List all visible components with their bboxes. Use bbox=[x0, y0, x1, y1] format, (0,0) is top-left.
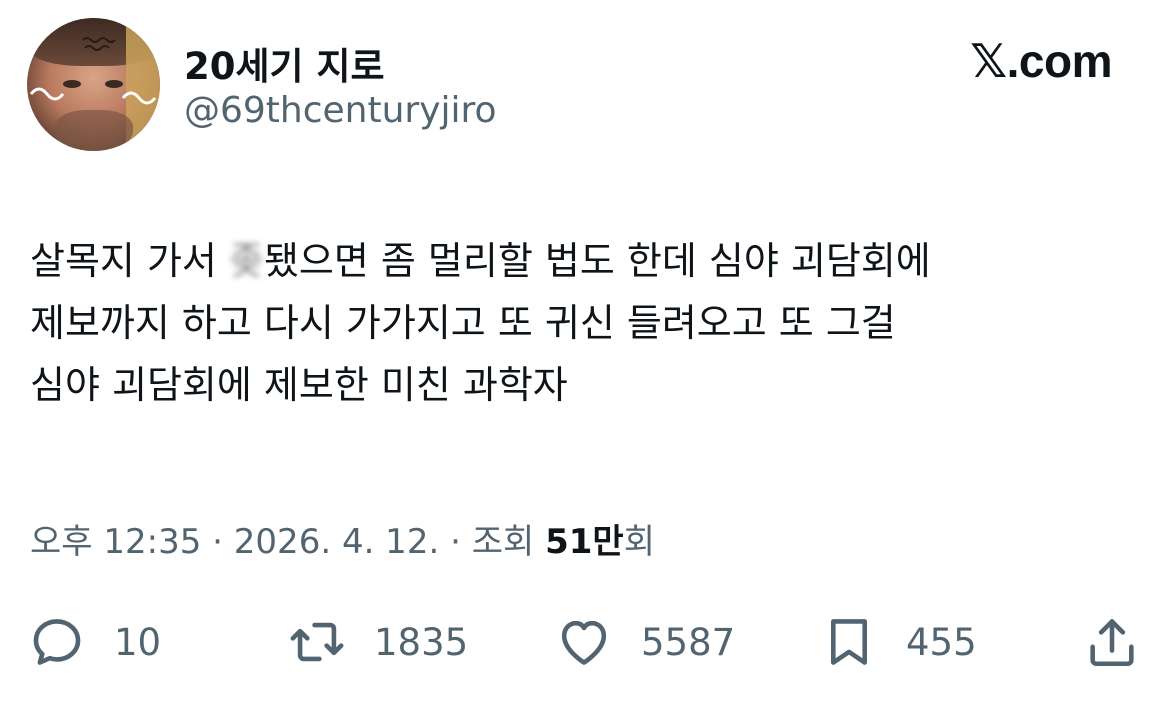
retweet-icon bbox=[290, 622, 344, 662]
views-label: 조회 bbox=[471, 522, 546, 562]
x-brand-logo: 𝕏.com bbox=[970, 35, 1112, 87]
post-time[interactable]: 오후 12:35 bbox=[30, 522, 201, 562]
share-button[interactable] bbox=[1083, 602, 1141, 682]
tweet-meta: 오후 12:35 · 2026. 4. 12. · 조회 51만회 bbox=[30, 522, 655, 562]
tweet-text: 살목지 가서 좆됐으면 좀 멀리할 법도 한데 심야 괴담회에 제보까지 하고 … bbox=[30, 230, 1140, 416]
censored-word: 좆 bbox=[228, 239, 264, 283]
reply-button[interactable]: 10 bbox=[28, 602, 161, 682]
reply-icon bbox=[33, 619, 81, 665]
tweet-line-1: 살목지 가서 좆됐으면 좀 멀리할 법도 한데 심야 괴담회에 bbox=[30, 230, 1140, 292]
heart-icon bbox=[561, 620, 607, 665]
bookmark-icon bbox=[830, 619, 868, 665]
avatar[interactable] bbox=[27, 18, 160, 151]
retweet-button[interactable]: 1835 bbox=[288, 602, 468, 682]
tweet-line-3: 심야 괴담회에 제보한 미친 과학자 bbox=[30, 363, 568, 407]
like-count: 5587 bbox=[641, 620, 736, 664]
post-date[interactable]: 2026. 4. 12. bbox=[234, 522, 439, 562]
retweet-count: 1835 bbox=[374, 620, 469, 664]
like-button[interactable]: 5587 bbox=[555, 602, 735, 682]
bookmark-button[interactable]: 455 bbox=[820, 602, 977, 682]
action-bar: 10 1835 5587 455 bbox=[0, 602, 1170, 682]
bookmark-count: 455 bbox=[906, 620, 977, 664]
tweet-line-2: 제보까지 하고 다시 가가지고 또 귀신 들려오고 또 그걸 bbox=[30, 301, 896, 345]
views-count: 51만 bbox=[545, 522, 624, 562]
user-handle[interactable]: @69thcenturyjiro bbox=[184, 90, 497, 131]
display-name[interactable]: 20세기 지로 bbox=[184, 36, 385, 90]
reply-count: 10 bbox=[114, 620, 162, 664]
share-icon bbox=[1090, 619, 1134, 667]
